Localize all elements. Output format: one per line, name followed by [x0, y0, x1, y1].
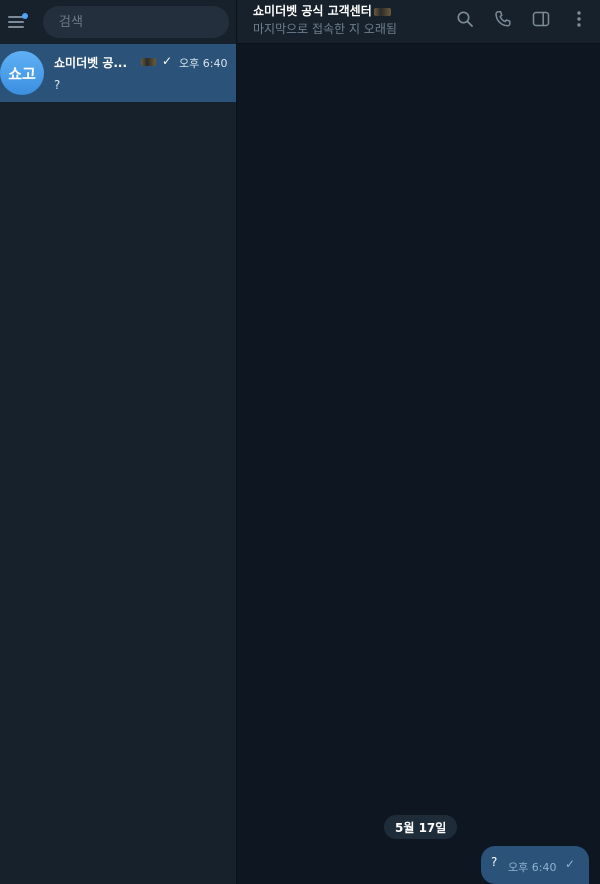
chat-time: 오후 6:40 [179, 57, 228, 70]
verified-badge-icon [141, 58, 156, 66]
sent-check-icon: ✓ [162, 54, 173, 68]
search-input[interactable] [43, 6, 229, 38]
peer-title-text: 쇼미더벳 공식 고객센터 [253, 4, 372, 18]
sidebar-toggle-icon[interactable] [530, 8, 552, 30]
chat-name: 쇼미더벳 공... [54, 56, 128, 70]
unread-dot [22, 13, 28, 19]
more-vertical-icon[interactable] [568, 8, 590, 30]
conversation-panel: 쇼미더벳 공식 고객센터 마지막으로 접속한 지 오래됨 5월 17일 ? 오후… [237, 0, 600, 884]
outgoing-message-bubble[interactable]: ? 오후 6:40 ✓ [481, 846, 589, 884]
chat-list-panel: 쇼고 쇼미더벳 공... ✓ 오후 6:40 ? [0, 0, 237, 884]
left-header [0, 0, 236, 44]
telegram-window: 쇼고 쇼미더벳 공... ✓ 오후 6:40 ? 쇼미더벳 공식 고객센터 마지… [0, 0, 600, 884]
message-time: 오후 6:40 [508, 861, 557, 874]
sent-check-icon: ✓ [565, 857, 576, 871]
verified-badge-icon [373, 7, 391, 16]
chat-list-item[interactable]: 쇼고 쇼미더벳 공... ✓ 오후 6:40 ? [0, 44, 236, 102]
phone-icon[interactable] [492, 8, 514, 30]
avatar: 쇼고 [0, 51, 44, 95]
chat-preview: ? [54, 78, 61, 92]
conversation-header: 쇼미더벳 공식 고객센터 마지막으로 접속한 지 오래됨 [237, 0, 600, 44]
peer-status: 마지막으로 접속한 지 오래됨 [253, 22, 397, 36]
date-separator: 5월 17일 [384, 815, 458, 839]
message-text: ? [491, 855, 498, 869]
header-actions [454, 8, 590, 30]
menu-icon[interactable] [8, 11, 30, 33]
peer-title[interactable]: 쇼미더벳 공식 고객센터 [253, 2, 391, 19]
search-icon[interactable] [454, 8, 476, 30]
